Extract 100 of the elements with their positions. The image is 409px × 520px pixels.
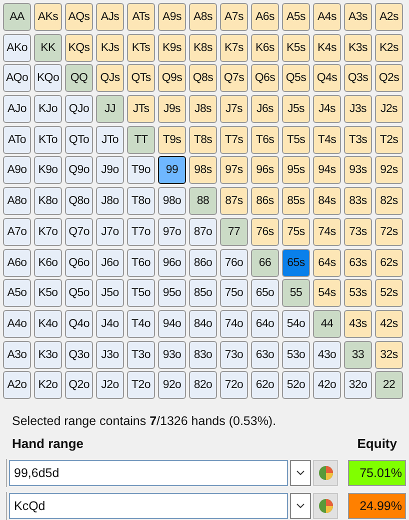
hand-cell[interactable]: J8s	[189, 95, 217, 124]
hand-cell[interactable]: 55	[282, 279, 310, 308]
hand-cell[interactable]: T4o	[127, 310, 155, 338]
hand-cell[interactable]: K4o	[34, 310, 62, 338]
hand-cell[interactable]: 92s	[375, 156, 403, 184]
hand-cell[interactable]: J2o	[96, 371, 124, 400]
pie-chart-button[interactable]	[313, 460, 338, 486]
hand-cell[interactable]: 75o	[220, 279, 248, 308]
hand-cell[interactable]: Q4o	[65, 310, 93, 338]
hand-cell[interactable]: A9o	[3, 156, 31, 184]
hand-cell[interactable]: J4s	[313, 95, 341, 124]
hand-cell[interactable]: T7o	[127, 218, 155, 246]
hand-cell[interactable]: 42s	[375, 310, 403, 338]
hand-cell[interactable]: A4o	[3, 310, 31, 338]
hand-cell[interactable]: KTs	[127, 34, 155, 62]
hand-cell[interactable]: 52s	[375, 279, 403, 308]
hand-cell[interactable]: K4s	[313, 34, 341, 62]
hand-cell[interactable]: T4s	[313, 126, 341, 154]
hand-cell[interactable]: 93s	[344, 156, 372, 184]
hand-cell[interactable]: 84s	[313, 187, 341, 216]
hand-cell[interactable]: A6s	[251, 3, 279, 31]
hand-cell[interactable]: QJo	[65, 95, 93, 124]
hand-cell[interactable]: 76s	[251, 218, 279, 246]
hand-cell[interactable]: T9s	[158, 126, 186, 154]
hand-cell[interactable]: 75s	[282, 218, 310, 246]
hand-cell[interactable]: T8o	[127, 187, 155, 216]
hand-cell[interactable]: KQs	[65, 34, 93, 62]
hand-cell[interactable]: J7s	[220, 95, 248, 124]
hand-cell[interactable]: T3s	[344, 126, 372, 154]
hand-cell[interactable]: KTo	[34, 126, 62, 154]
hand-cell[interactable]: 96s	[251, 156, 279, 184]
hand-cell[interactable]: 63s	[344, 248, 372, 276]
hand-cell[interactable]: J6o	[96, 248, 124, 276]
hand-cell[interactable]: A8s	[189, 3, 217, 31]
hand-cell[interactable]: K7s	[220, 34, 248, 62]
hand-cell[interactable]: Q7s	[220, 64, 248, 92]
hand-cell[interactable]: T3o	[127, 340, 155, 369]
hand-cell[interactable]: KQo	[34, 64, 62, 92]
hand-range-field[interactable]: KcQd	[9, 493, 288, 519]
hand-cell[interactable]: T6o	[127, 248, 155, 276]
hand-cell[interactable]: 94o	[158, 310, 186, 338]
pie-chart-button[interactable]	[313, 493, 338, 519]
hand-cell[interactable]: 54s	[313, 279, 341, 308]
hand-cell[interactable]: 95o	[158, 279, 186, 308]
hand-cell[interactable]: AKs	[34, 3, 62, 31]
hand-cell[interactable]: 62o	[251, 371, 279, 400]
hand-cell[interactable]: T5s	[282, 126, 310, 154]
hand-cell[interactable]: A9s	[158, 3, 186, 31]
hand-cell[interactable]: A8o	[3, 187, 31, 216]
hand-cell[interactable]: 64s	[313, 248, 341, 276]
hand-cell[interactable]: 73s	[344, 218, 372, 246]
hand-cell[interactable]: J5o	[96, 279, 124, 308]
hand-cell[interactable]: QJs	[96, 64, 124, 92]
hand-cell[interactable]: 63o	[251, 340, 279, 369]
hand-cell[interactable]: 84o	[189, 310, 217, 338]
hand-cell[interactable]: 87s	[220, 187, 248, 216]
hand-cell[interactable]: Q2o	[65, 371, 93, 400]
hand-cell[interactable]: Q8o	[65, 187, 93, 216]
hand-cell[interactable]: J3s	[344, 95, 372, 124]
hand-cell[interactable]: 43s	[344, 310, 372, 338]
hand-cell[interactable]: 98s	[189, 156, 217, 184]
hand-cell[interactable]: 73o	[220, 340, 248, 369]
hand-cell[interactable]: 98o	[158, 187, 186, 216]
hand-cell[interactable]: K9o	[34, 156, 62, 184]
hand-cell[interactable]: Q5o	[65, 279, 93, 308]
hand-cell[interactable]: K7o	[34, 218, 62, 246]
hand-cell[interactable]: 74o	[220, 310, 248, 338]
hand-cell[interactable]: KJo	[34, 95, 62, 124]
hand-cell[interactable]: 32o	[344, 371, 372, 400]
hand-cell[interactable]: 54o	[282, 310, 310, 338]
hand-cell[interactable]: K9s	[158, 34, 186, 62]
hand-cell[interactable]: A2o	[3, 371, 31, 400]
hand-cell[interactable]: TT	[127, 126, 155, 154]
hand-cell[interactable]: AQs	[65, 3, 93, 31]
hand-cell[interactable]: T9o	[127, 156, 155, 184]
hand-cell[interactable]: 72o	[220, 371, 248, 400]
hand-cell[interactable]: K6s	[251, 34, 279, 62]
hand-cell[interactable]: K2o	[34, 371, 62, 400]
hand-cell[interactable]: 97s	[220, 156, 248, 184]
hand-cell[interactable]: Q7o	[65, 218, 93, 246]
hand-cell[interactable]: AJo	[3, 95, 31, 124]
hand-cell[interactable]: 66	[251, 248, 279, 276]
hand-cell[interactable]: J2s	[375, 95, 403, 124]
hand-cell[interactable]: A6o	[3, 248, 31, 276]
hand-cell[interactable]: ATo	[3, 126, 31, 154]
hand-cell[interactable]: JTs	[127, 95, 155, 124]
hand-cell[interactable]: 85o	[189, 279, 217, 308]
hand-cell[interactable]: 65o	[251, 279, 279, 308]
hand-cell[interactable]: T2o	[127, 371, 155, 400]
hand-cell[interactable]: A4s	[313, 3, 341, 31]
hand-cell[interactable]: T6s	[251, 126, 279, 154]
hand-cell[interactable]: 92o	[158, 371, 186, 400]
hand-cell[interactable]: K5s	[282, 34, 310, 62]
hand-cell[interactable]: JTo	[96, 126, 124, 154]
hand-cell[interactable]: A2s	[375, 3, 403, 31]
hand-cell[interactable]: K2s	[375, 34, 403, 62]
hand-cell[interactable]: QTs	[127, 64, 155, 92]
hand-cell[interactable]: T5o	[127, 279, 155, 308]
hand-cell[interactable]: A5s	[282, 3, 310, 31]
hand-cell[interactable]: J3o	[96, 340, 124, 369]
